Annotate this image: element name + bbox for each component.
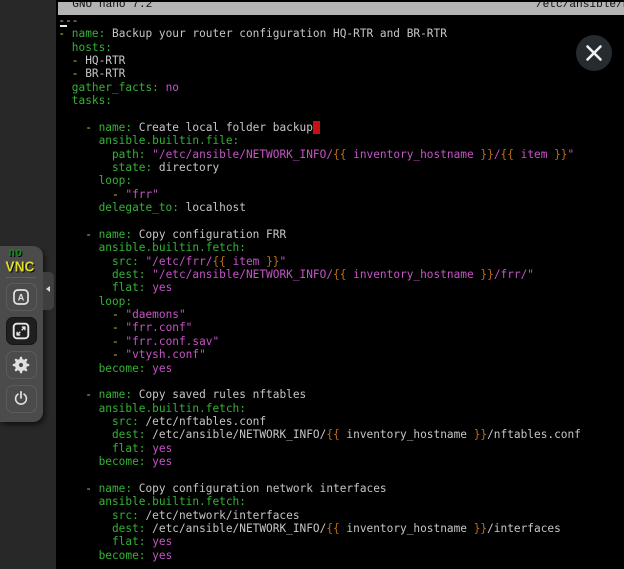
svg-text:A: A bbox=[18, 292, 25, 302]
